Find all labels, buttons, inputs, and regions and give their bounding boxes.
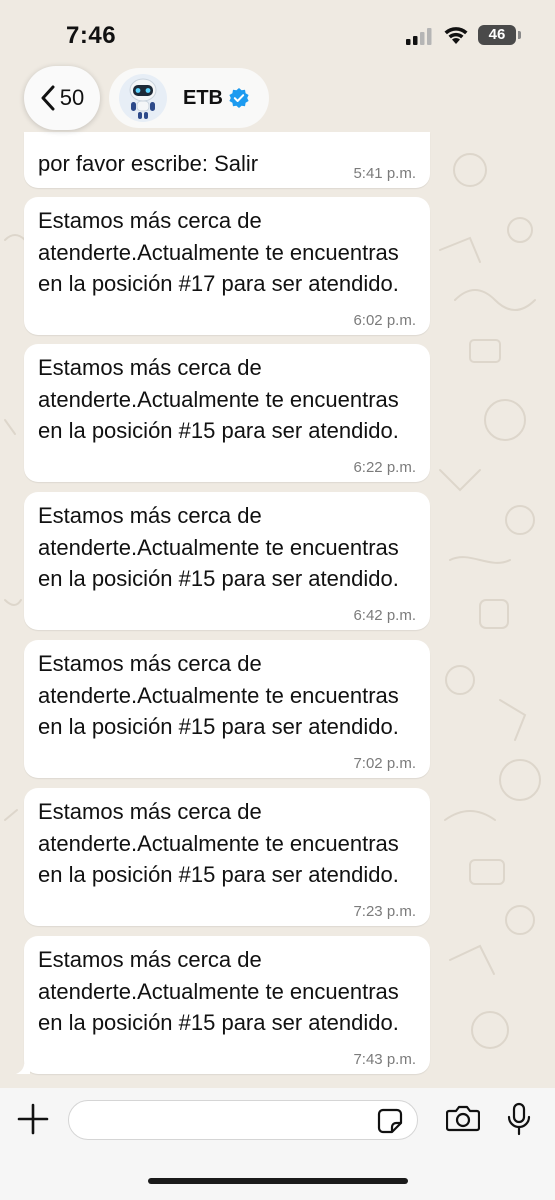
unread-count: 50 (59, 85, 85, 110)
message-time: 6:02 p.m. (353, 312, 416, 329)
robot-avatar-icon (129, 78, 157, 119)
verified-badge-icon (229, 88, 249, 108)
message-text: Estamos más cerca de atenderte.Actualmen… (38, 503, 399, 591)
message-text: Estamos más cerca de atenderte.Actualmen… (38, 208, 399, 296)
bubble-tail-icon (16, 1058, 30, 1074)
message-bubble: Estamos más cerca de atenderte.Actualmen… (24, 640, 430, 778)
message-time: 6:22 p.m. (353, 459, 416, 476)
message-bubble: Estamos más cerca de atenderte.Actualmen… (24, 197, 430, 335)
message-text: Estamos más cerca de atenderte.Actualmen… (38, 947, 399, 1035)
message-time: 7:43 p.m. (353, 1051, 416, 1068)
message-bubble: Estamos más cerca de atenderte.Actualmen… (24, 492, 430, 630)
back-button[interactable]: 50 (24, 66, 100, 130)
message-text: Estamos más cerca de atenderte.Actualmen… (38, 651, 399, 739)
avatar[interactable] (119, 74, 167, 122)
message-time: 6:42 p.m. (353, 607, 416, 624)
message-bubble: Estamos más cerca de atenderte.Actualmen… (24, 344, 430, 482)
message-input[interactable] (68, 1100, 418, 1140)
sticker-icon[interactable] (377, 1108, 403, 1134)
contact-name: ETB (183, 86, 223, 109)
home-indicator[interactable] (148, 1178, 408, 1184)
message-bubble: Estamos más cerca de atenderte.Actualmen… (16, 936, 430, 1074)
chevron-left-icon (41, 85, 55, 111)
message-time: 7:23 p.m. (353, 903, 416, 920)
camera-icon[interactable] (446, 1104, 480, 1132)
message-text: Estamos más cerca de atenderte.Actualmen… (38, 355, 399, 443)
plus-icon[interactable] (16, 1102, 50, 1136)
message-bubble: por favor escribe: Salir 5:41 p.m. (24, 132, 430, 188)
contact-header[interactable]: ETB (109, 68, 269, 128)
message-bubble: Estamos más cerca de atenderte.Actualmen… (24, 788, 430, 926)
message-list[interactable]: por favor escribe: Salir 5:41 p.m. Estam… (0, 0, 555, 1090)
message-time: 5:41 p.m. (353, 165, 416, 182)
message-time: 7:02 p.m. (353, 755, 416, 772)
microphone-icon[interactable] (506, 1102, 532, 1136)
message-text: Estamos más cerca de atenderte.Actualmen… (38, 799, 399, 887)
